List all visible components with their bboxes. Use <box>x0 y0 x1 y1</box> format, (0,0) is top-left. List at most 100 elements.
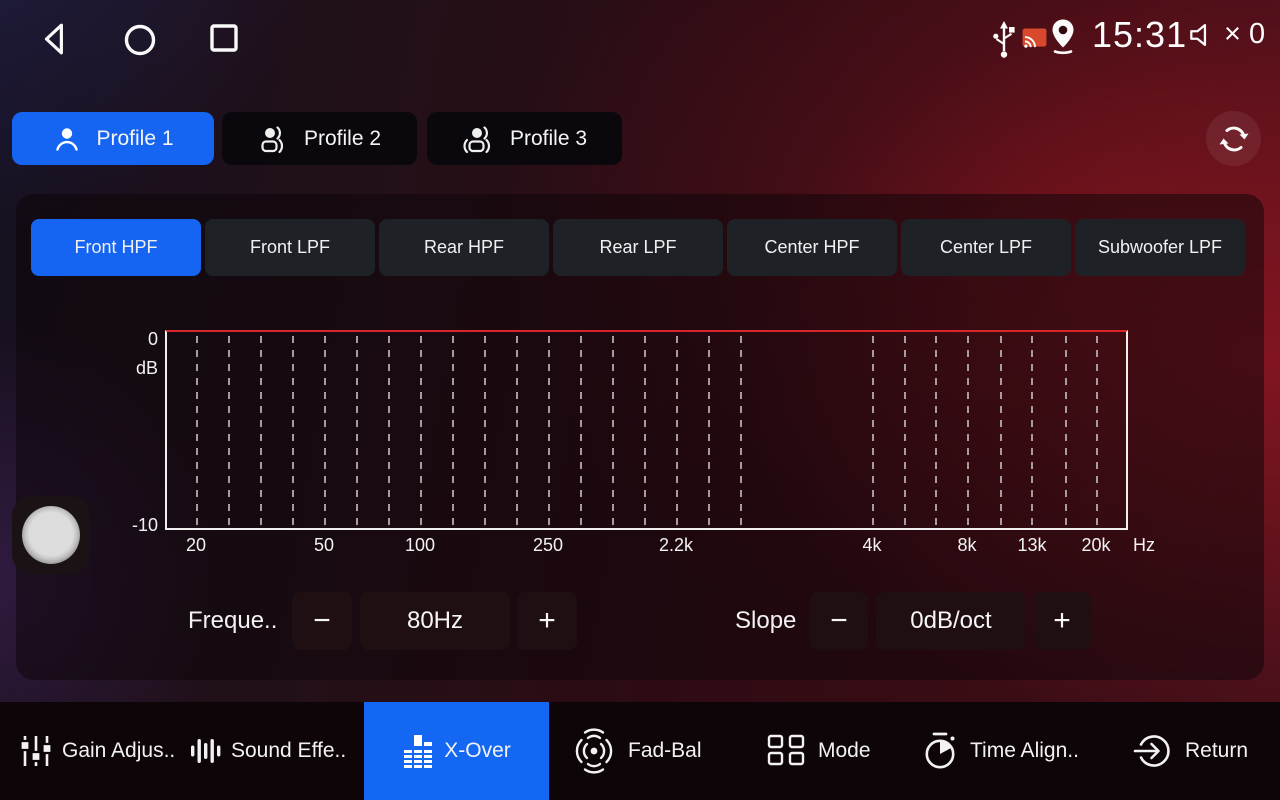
nav-time-align[interactable]: Time Align.. <box>922 702 1079 800</box>
x-tick-20: 20 <box>186 535 206 556</box>
floating-knob-button[interactable] <box>12 496 90 574</box>
nav-label: Time Align.. <box>970 739 1079 763</box>
usb-icon <box>990 20 1018 62</box>
x-tick-2.2k: 2.2k <box>659 535 693 556</box>
head-unit-screen: 15:31 × 0 Profile 1 Profile 2 <box>0 0 1280 800</box>
sound-effect-bars-icon <box>190 734 221 768</box>
profile-tab-2[interactable]: Profile 2 <box>222 112 417 165</box>
knob-icon <box>22 506 80 564</box>
gridline <box>1031 336 1033 526</box>
x-axis-ticks: Hz 20501002502.2k4k8k13k20k <box>165 535 1205 561</box>
clock: 15:31 <box>1092 14 1187 56</box>
gridline <box>548 336 550 526</box>
gridline <box>228 336 230 526</box>
x-tick-250: 250 <box>533 535 563 556</box>
gridline <box>1096 336 1098 526</box>
x-tick-100: 100 <box>405 535 435 556</box>
tab-label: Front HPF <box>74 237 157 258</box>
profile-tab-label: Profile 2 <box>304 127 381 151</box>
nav-label: Gain Adjus.. <box>62 739 175 763</box>
gain-sliders-icon <box>20 734 52 768</box>
gridline <box>904 336 906 526</box>
nav-label: Sound Effe.. <box>231 739 346 763</box>
bottom-nav-bar: Gain Adjus.. Sound Effe.. <box>0 702 1280 800</box>
profile-tab-label: Profile 3 <box>510 127 587 151</box>
nav-label: Fad-Bal <box>628 739 702 763</box>
gridline <box>612 336 614 526</box>
nav-gain-adjust[interactable]: Gain Adjus.. <box>20 702 175 800</box>
gridline <box>196 336 198 526</box>
gridline <box>580 336 582 526</box>
nav-fad-bal[interactable]: Fad-Bal <box>570 702 702 800</box>
slope-plus-button[interactable]: + <box>1033 592 1091 650</box>
y-axis-top-label: 0 <box>104 329 158 350</box>
nav-return[interactable]: Return <box>1133 702 1248 800</box>
frequency-value: 80Hz <box>360 592 510 650</box>
person-broadcast-icon <box>462 124 496 154</box>
equalizer-icon <box>402 733 434 769</box>
stopwatch-icon <box>922 731 960 771</box>
gridline <box>452 336 454 526</box>
slope-value: 0dB/oct <box>876 592 1026 650</box>
tab-front-lpf[interactable]: Front LPF <box>205 219 375 276</box>
gridline <box>388 336 390 526</box>
tab-label: Rear LPF <box>599 237 676 258</box>
gridline <box>967 336 969 526</box>
tab-rear-hpf[interactable]: Rear HPF <box>379 219 549 276</box>
volume-muted-icon <box>1188 20 1220 50</box>
tab-label: Subwoofer LPF <box>1098 237 1222 258</box>
tab-rear-lpf[interactable]: Rear LPF <box>553 219 723 276</box>
xover-plot[interactable] <box>165 330 1128 530</box>
tab-subwoofer-lpf[interactable]: Subwoofer LPF <box>1075 219 1245 276</box>
profile-tab-1[interactable]: Profile 1 <box>12 112 214 165</box>
slope-label: Slope <box>735 592 796 650</box>
nav-label: Return <box>1185 739 1248 763</box>
y-axis-bottom-label: -10 <box>104 515 158 536</box>
mode-grid-icon <box>766 733 808 769</box>
location-icon <box>1048 18 1078 58</box>
refresh-icon <box>1217 122 1251 156</box>
frequency-minus-button[interactable]: − <box>292 592 352 650</box>
gridline <box>644 336 646 526</box>
nav-label: X-Over <box>444 739 511 763</box>
gridline <box>260 336 262 526</box>
slope-minus-button[interactable]: − <box>810 592 868 650</box>
tab-label: Rear HPF <box>424 237 504 258</box>
gridline <box>935 336 937 526</box>
person-speaking-icon <box>258 124 290 154</box>
fader-balance-icon <box>570 728 618 774</box>
frequency-plus-button[interactable]: + <box>517 592 577 650</box>
x-tick-8k: 8k <box>957 535 976 556</box>
gridline <box>292 336 294 526</box>
gridline <box>324 336 326 526</box>
volume-level: × 0 <box>1224 18 1265 51</box>
back-icon[interactable] <box>40 22 70 56</box>
person-icon <box>52 124 82 154</box>
gridline <box>356 336 358 526</box>
refresh-button[interactable] <box>1206 111 1261 166</box>
nav-sound-effect[interactable]: Sound Effe.. <box>190 702 346 800</box>
return-arrow-icon <box>1133 731 1175 771</box>
home-icon[interactable] <box>123 23 157 57</box>
nav-label: Mode <box>818 739 871 763</box>
gridline <box>1065 336 1067 526</box>
recents-icon[interactable] <box>209 23 239 53</box>
x-tick-50: 50 <box>314 535 334 556</box>
y-axis-unit-label: dB <box>104 358 158 379</box>
profile-tab-3[interactable]: Profile 3 <box>427 112 622 165</box>
tab-label: Center HPF <box>764 237 859 258</box>
gridline <box>516 336 518 526</box>
gridline <box>872 336 874 526</box>
volume-indicator: × 0 <box>1188 18 1265 51</box>
x-axis-unit: Hz <box>1133 535 1155 556</box>
tab-center-lpf[interactable]: Center LPF <box>901 219 1071 276</box>
tab-label: Center LPF <box>940 237 1032 258</box>
tab-center-hpf[interactable]: Center HPF <box>727 219 897 276</box>
cast-icon <box>1022 28 1047 49</box>
nav-mode[interactable]: Mode <box>766 702 871 800</box>
tab-label: Front LPF <box>250 237 330 258</box>
frequency-label: Freque.. <box>188 592 277 650</box>
nav-x-over[interactable]: X-Over <box>364 702 549 800</box>
gridline <box>740 336 742 526</box>
tab-front-hpf[interactable]: Front HPF <box>31 219 201 276</box>
